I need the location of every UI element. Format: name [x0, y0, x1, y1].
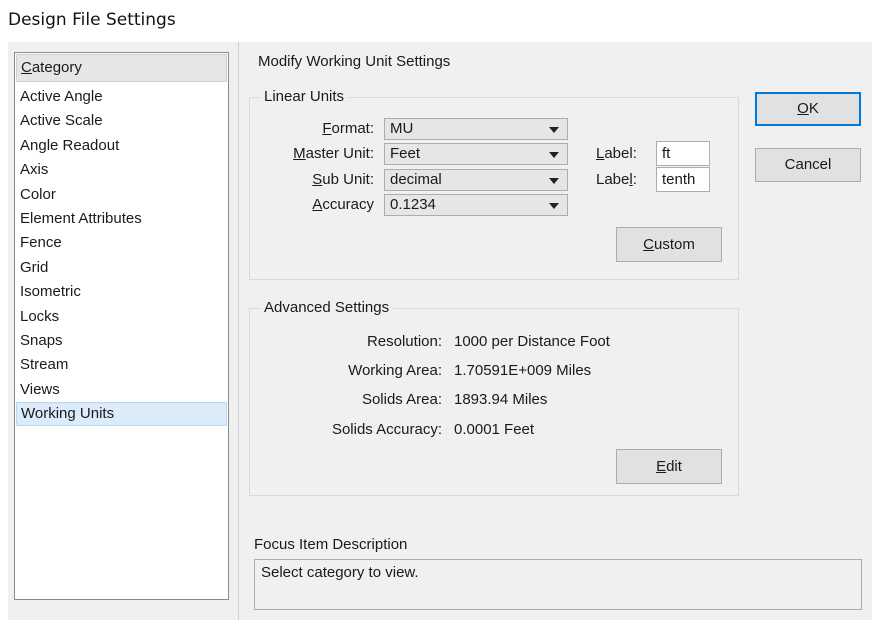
chevron-down-icon [549, 178, 559, 184]
master-unit-label-text: aster Unit: [305, 145, 374, 162]
category-item-fence[interactable]: Fence [16, 231, 227, 255]
working-area-value: 1.70591E+009 Miles [454, 362, 592, 379]
category-item-element-attributes[interactable]: Element Attributes [16, 207, 227, 231]
category-item-snaps[interactable]: Snaps [16, 329, 227, 353]
category-item-active-scale[interactable]: Active Scale [16, 109, 227, 133]
custom-button[interactable]: Custom [616, 227, 722, 262]
category-item-active-angle[interactable]: Active Angle [16, 85, 227, 109]
format-label: Format: [322, 120, 374, 137]
category-header-label: ategory [31, 59, 82, 76]
sub-unit-label: Sub Unit: [312, 171, 374, 188]
design-file-settings-dialog: Category Active Angle Active Scale Angle… [8, 42, 872, 620]
custom-button-label: ustom [653, 236, 695, 253]
resolution-value: 1000 per Distance Foot [454, 333, 610, 350]
sub-label-label: Label: [596, 171, 637, 188]
chevron-down-icon [549, 203, 559, 209]
sub-unit-label-text: ub Unit: [322, 171, 374, 188]
chevron-down-icon [549, 152, 559, 158]
ok-button-mnemonic: O [797, 100, 809, 117]
master-label-input[interactable]: ft [656, 141, 710, 166]
focus-description-box: Select category to view. [254, 559, 862, 610]
category-items: Active Angle Active Scale Angle Readout … [15, 83, 228, 427]
master-unit-label: Master Unit: [293, 145, 374, 162]
advanced-settings-group-label: Advanced Settings [260, 299, 394, 316]
sub-label-text-pre: Labe [596, 171, 630, 188]
edit-button-label: dit [666, 458, 682, 475]
solids-accuracy-value: 0.0001 Feet [454, 421, 535, 438]
custom-button-mnemonic: C [643, 236, 654, 253]
category-item-angle-readout[interactable]: Angle Readout [16, 134, 227, 158]
master-unit-label-mnemonic: M [293, 145, 306, 162]
edit-button[interactable]: Edit [616, 449, 722, 484]
sub-unit-combo[interactable]: decimal [384, 169, 568, 191]
solids-area-value: 1893.94 Miles [454, 391, 548, 408]
accuracy-combo[interactable]: 0.1234 [384, 194, 568, 216]
section-title: Modify Working Unit Settings [258, 53, 451, 70]
category-panel: Category Active Angle Active Scale Angle… [8, 42, 239, 620]
advanced-settings-group: Advanced Settings Resolution: 1000 per D… [249, 299, 739, 496]
format-combo[interactable]: MU [384, 118, 568, 140]
ok-button[interactable]: OK [755, 92, 861, 126]
category-item-locks[interactable]: Locks [16, 305, 227, 329]
window-title: Design File Settings [8, 10, 176, 30]
master-label-label: Label: [596, 145, 637, 162]
sub-label-input[interactable]: tenth [656, 167, 710, 192]
cancel-button[interactable]: Cancel [755, 148, 861, 182]
focus-description-text: Select category to view. [261, 564, 419, 581]
category-header-mnemonic: C [21, 59, 32, 76]
category-header[interactable]: Category [16, 54, 227, 82]
category-item-views[interactable]: Views [16, 378, 227, 402]
chevron-down-icon [549, 127, 559, 133]
accuracy-label-text: ccuracy [322, 196, 374, 213]
solids-accuracy-label: Solids Accuracy: [331, 421, 442, 438]
category-item-working-units[interactable]: Working Units [16, 402, 227, 427]
sub-unit-label-mnemonic: S [312, 171, 323, 188]
format-value: MU [390, 120, 414, 137]
category-item-isometric[interactable]: Isometric [16, 280, 227, 304]
linear-units-group: Linear Units Format: MU Master Unit: Fee… [249, 88, 739, 280]
format-label-text: ormat: [331, 120, 374, 137]
category-item-stream[interactable]: Stream [16, 353, 227, 377]
linear-units-group-label: Linear Units [260, 88, 349, 105]
ok-button-label: K [808, 100, 819, 117]
edit-button-mnemonic: E [656, 458, 667, 475]
working-area-label: Working Area: [348, 362, 442, 379]
resolution-label: Resolution: [366, 333, 442, 350]
category-item-axis[interactable]: Axis [16, 158, 227, 182]
accuracy-label-mnemonic: A [312, 196, 323, 213]
solids-area-label: Solids Area: [361, 391, 442, 408]
master-unit-combo[interactable]: Feet [384, 143, 568, 165]
category-item-grid[interactable]: Grid [16, 256, 227, 280]
category-list[interactable]: Category Active Angle Active Scale Angle… [14, 52, 229, 600]
category-item-color[interactable]: Color [16, 183, 227, 207]
master-unit-value: Feet [390, 145, 421, 162]
sub-label-text-post: : [632, 171, 637, 188]
focus-description-label: Focus Item Description [254, 536, 408, 553]
sub-unit-value: decimal [390, 171, 442, 188]
accuracy-value: 0.1234 [390, 196, 436, 213]
master-label-text: abel: [604, 145, 637, 162]
accuracy-label: Accuracy [312, 196, 374, 213]
